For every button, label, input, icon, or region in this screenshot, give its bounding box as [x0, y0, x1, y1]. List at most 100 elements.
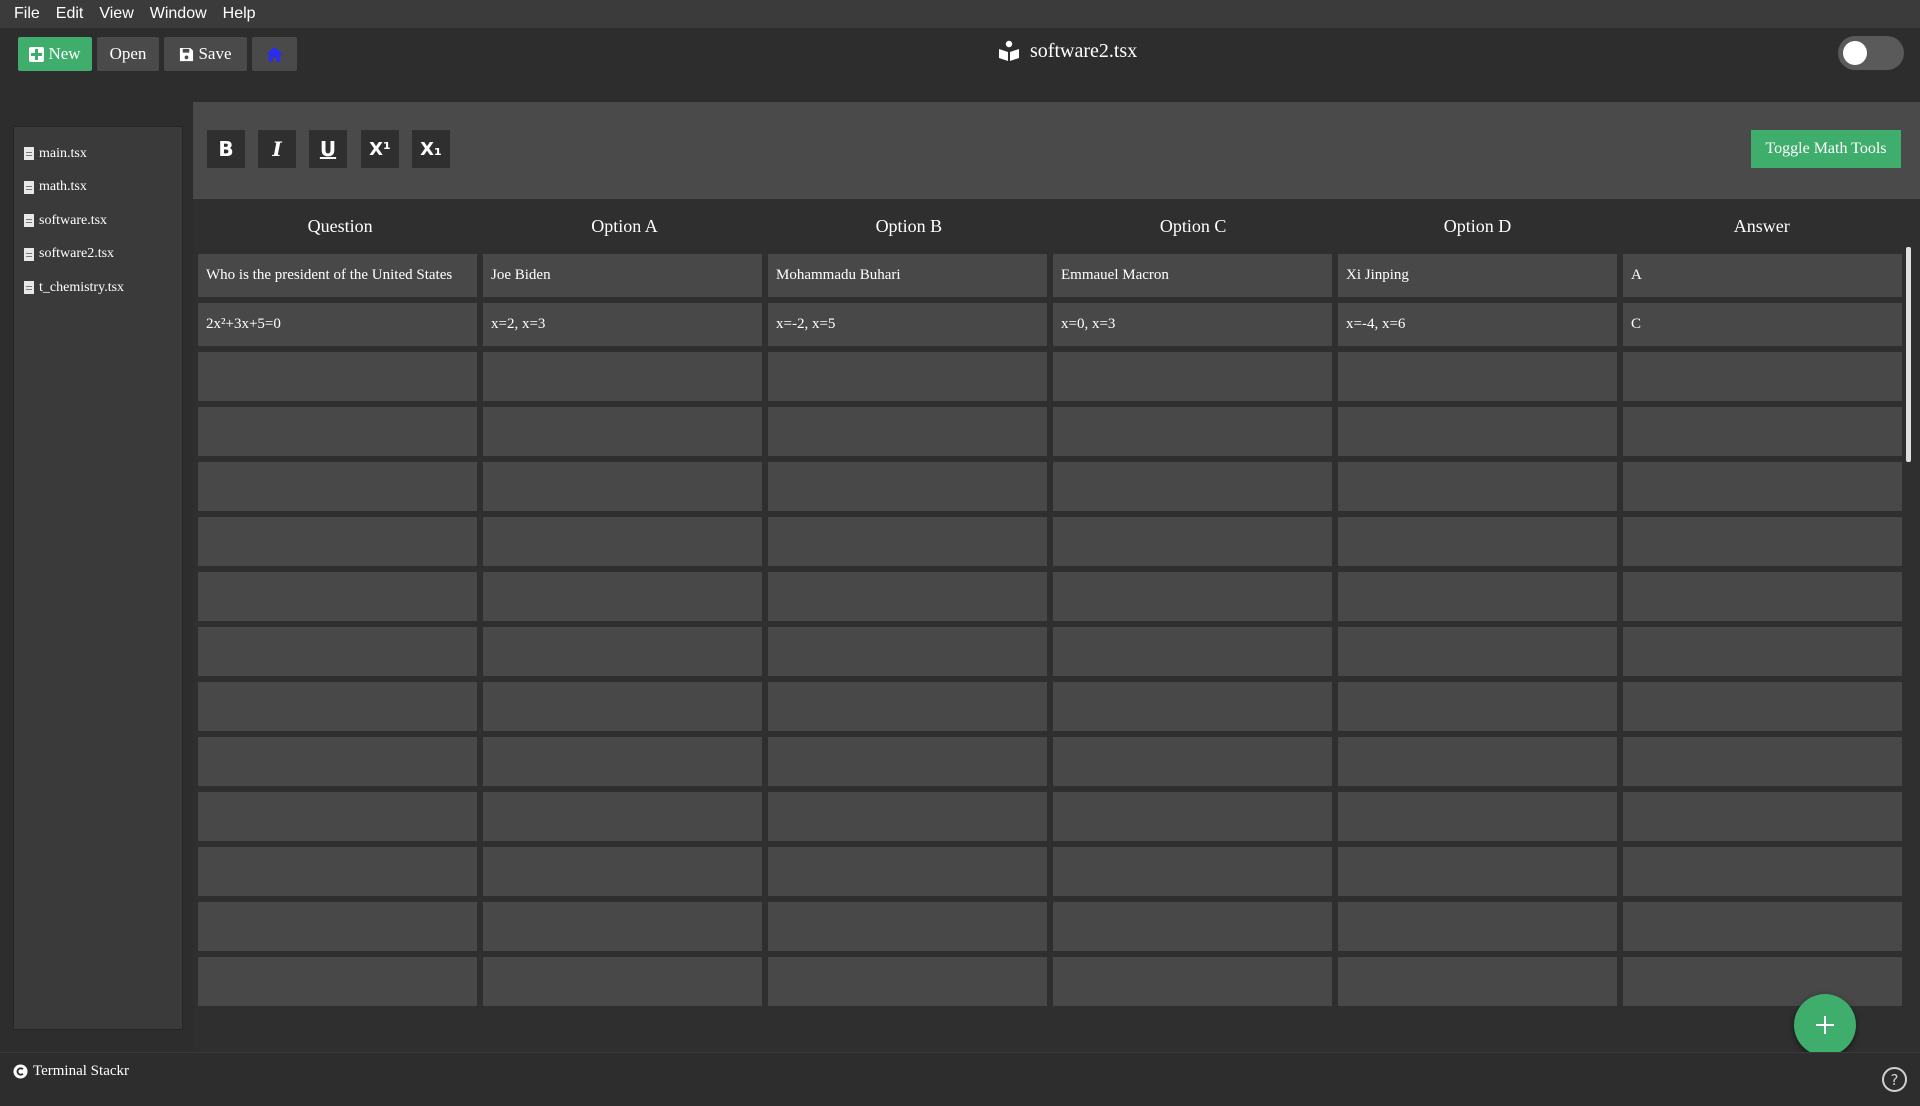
table-cell[interactable]: [1053, 517, 1332, 566]
table-cell[interactable]: [198, 682, 477, 731]
menu-window[interactable]: Window: [142, 5, 215, 23]
table-cell[interactable]: [1053, 902, 1332, 951]
table-cell[interactable]: [483, 517, 762, 566]
italic-button[interactable]: I: [258, 130, 296, 168]
table-cell[interactable]: [1623, 627, 1902, 676]
table-cell[interactable]: [1053, 847, 1332, 896]
table-cell[interactable]: [1338, 847, 1617, 896]
table-cell[interactable]: [198, 462, 477, 511]
table-cell[interactable]: [1338, 957, 1617, 1006]
add-row-button[interactable]: [1794, 994, 1856, 1056]
subscript-button[interactable]: X₁: [412, 130, 450, 168]
table-cell[interactable]: [1338, 352, 1617, 401]
table-cell[interactable]: [1338, 407, 1617, 456]
table-cell[interactable]: [1053, 462, 1332, 511]
file-item-software[interactable]: software.tsx: [14, 204, 182, 238]
table-cell[interactable]: [1338, 517, 1617, 566]
table-cell[interactable]: [1053, 957, 1332, 1006]
theme-toggle[interactable]: [1838, 36, 1904, 70]
table-cell[interactable]: [1623, 517, 1902, 566]
table-cell[interactable]: [198, 627, 477, 676]
table-cell[interactable]: [1623, 462, 1902, 511]
underline-button[interactable]: U: [309, 130, 347, 168]
table-cell[interactable]: [198, 407, 477, 456]
table-cell[interactable]: [768, 737, 1047, 786]
table-cell[interactable]: [198, 352, 477, 401]
table-cell[interactable]: x=-4, x=6: [1338, 303, 1617, 346]
table-cell[interactable]: Emmauel Macron: [1053, 254, 1332, 297]
table-cell[interactable]: [198, 902, 477, 951]
table-cell[interactable]: [1053, 627, 1332, 676]
table-cell[interactable]: [1623, 847, 1902, 896]
menu-file[interactable]: File: [6, 5, 48, 23]
table-cell[interactable]: Mohammadu Buhari: [768, 254, 1047, 297]
table-cell[interactable]: x=-2, x=5: [768, 303, 1047, 346]
table-cell[interactable]: [483, 957, 762, 1006]
table-cell[interactable]: [483, 462, 762, 511]
table-scrollbar[interactable]: [1906, 247, 1911, 462]
file-item-main[interactable]: main.tsx: [14, 137, 182, 171]
table-cell[interactable]: [1053, 572, 1332, 621]
table-cell[interactable]: [768, 627, 1047, 676]
table-cell[interactable]: [483, 352, 762, 401]
table-cell[interactable]: [768, 792, 1047, 841]
table-cell[interactable]: A: [1623, 254, 1902, 297]
table-cell[interactable]: [768, 682, 1047, 731]
table-cell[interactable]: [198, 572, 477, 621]
table-cell[interactable]: [483, 627, 762, 676]
table-cell[interactable]: [483, 682, 762, 731]
table-cell[interactable]: [483, 792, 762, 841]
table-cell[interactable]: [768, 517, 1047, 566]
home-button[interactable]: [252, 37, 297, 71]
table-cell[interactable]: [768, 462, 1047, 511]
file-item-software2[interactable]: software2.tsx: [14, 238, 182, 272]
table-cell[interactable]: [1338, 682, 1617, 731]
table-cell[interactable]: [1338, 627, 1617, 676]
table-cell[interactable]: [768, 847, 1047, 896]
table-cell[interactable]: [1053, 737, 1332, 786]
table-cell[interactable]: [1623, 957, 1902, 1006]
table-cell[interactable]: [198, 517, 477, 566]
table-cell[interactable]: [1338, 572, 1617, 621]
table-cell[interactable]: [483, 737, 762, 786]
open-button[interactable]: Open: [97, 37, 159, 71]
table-cell[interactable]: [1623, 792, 1902, 841]
table-cell[interactable]: [198, 957, 477, 1006]
table-cell[interactable]: [1623, 572, 1902, 621]
table-cell[interactable]: x=2, x=3: [483, 303, 762, 346]
table-cell[interactable]: [1623, 682, 1902, 731]
table-cell[interactable]: [198, 737, 477, 786]
table-cell[interactable]: [768, 352, 1047, 401]
table-cell[interactable]: [1338, 902, 1617, 951]
table-cell[interactable]: [198, 847, 477, 896]
menu-help[interactable]: Help: [215, 5, 264, 23]
table-cell[interactable]: [1623, 902, 1902, 951]
table-cell[interactable]: Who is the president of the United State…: [198, 254, 477, 297]
table-cell[interactable]: [1338, 737, 1617, 786]
table-cell[interactable]: [768, 407, 1047, 456]
table-cell[interactable]: [1053, 792, 1332, 841]
table-cell[interactable]: [1623, 352, 1902, 401]
help-button[interactable]: ?: [1882, 1067, 1907, 1092]
table-cell[interactable]: [483, 902, 762, 951]
table-cell[interactable]: [1053, 352, 1332, 401]
table-cell[interactable]: [1623, 737, 1902, 786]
table-cell[interactable]: Xi Jinping: [1338, 254, 1617, 297]
bold-button[interactable]: B: [207, 130, 245, 168]
toggle-math-tools-button[interactable]: Toggle Math Tools: [1751, 130, 1901, 168]
table-cell[interactable]: 2x²+3x+5=0: [198, 303, 477, 346]
file-item-t-chemistry[interactable]: t_chemistry.tsx: [14, 271, 182, 305]
table-cell[interactable]: C: [1623, 303, 1902, 346]
table-cell[interactable]: [483, 407, 762, 456]
table-cell[interactable]: [1338, 792, 1617, 841]
table-cell[interactable]: [1053, 407, 1332, 456]
table-cell[interactable]: [768, 957, 1047, 1006]
table-cell[interactable]: [768, 572, 1047, 621]
new-button[interactable]: New: [18, 37, 92, 71]
table-cell[interactable]: [1338, 462, 1617, 511]
file-item-math[interactable]: math.tsx: [14, 171, 182, 205]
save-button[interactable]: Save: [164, 37, 247, 71]
table-cell[interactable]: x=0, x=3: [1053, 303, 1332, 346]
table-cell[interactable]: [768, 902, 1047, 951]
superscript-button[interactable]: X¹: [361, 130, 399, 168]
